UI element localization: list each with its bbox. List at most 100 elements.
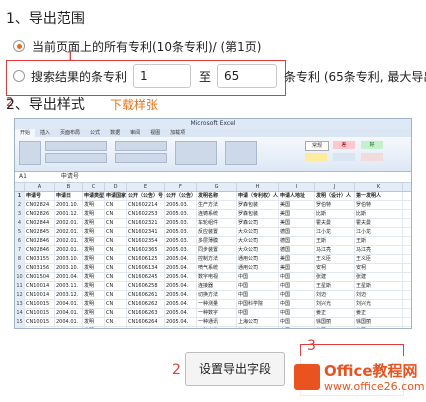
formula-content: 申请号 (60, 173, 79, 180)
table-cell: 2002.01. (55, 219, 83, 227)
table-cell: CN (105, 291, 127, 299)
table-row: 2 CN02824 2001.10. 发明 CN CN1602214 2005.03. 生产方… (15, 201, 411, 210)
table-cell: CN1606265 (127, 327, 165, 328)
radio-search-results[interactable] (13, 70, 25, 82)
range-from-input[interactable]: 1 (133, 64, 191, 88)
excel-ribbon: 常规 差 好 (15, 137, 411, 172)
table-cell: 2005.04. (165, 291, 197, 299)
table-cell: 美国 (279, 264, 315, 272)
table-cell: 刘迈 (315, 291, 355, 299)
style-good: 好 (361, 141, 383, 149)
excel-row-number: 2 (15, 201, 25, 209)
table-cell: 一种通讯 (197, 318, 237, 326)
office-logo-icon (294, 364, 320, 390)
section-export-range-title: 1、导出范围 (6, 11, 85, 27)
range-to-input[interactable]: 65 (217, 64, 277, 88)
table-cell: 一种数字 (197, 309, 237, 317)
table-row: 11 CN10014 2003.11. 发明 CN CN1606258 2005.04. 连接… (15, 282, 411, 291)
table-cell: CN01504 (25, 273, 55, 281)
table-cell: 发明 (83, 237, 105, 245)
table-cell: CN02844 (25, 219, 55, 227)
table-cell: 2005.04. (165, 282, 197, 290)
table-cell: 连接器 (197, 282, 237, 290)
name-box: A1 (19, 173, 27, 180)
table-row: 7 CN02846 2002.01. 发明 CN CN1602365 2005.03. 同步装… (15, 246, 411, 255)
excel-corner (15, 183, 25, 191)
excel-row-number: 8 (15, 255, 25, 263)
table-cell: CN1606134 (127, 264, 165, 272)
radio-current-page[interactable] (13, 40, 25, 52)
table-cell: 刘兴光 (315, 300, 355, 308)
table-cell: CN02846 (25, 237, 55, 245)
table-cell: 2002.01. (55, 246, 83, 254)
table-cell: 喷气系统 (197, 264, 237, 272)
table-cell: 张建 (315, 273, 355, 281)
table-cell: 2004.01. (55, 309, 83, 317)
table-cell: 中国 (279, 273, 315, 281)
excel-column-header: I (279, 183, 315, 191)
table-cell: 2005.04. (165, 309, 197, 317)
table-row: 9 CN03156 2003.10. 发明 CN CN1606134 2005.04. 喷气系… (15, 264, 411, 273)
style-accent (333, 153, 355, 161)
table-cell: CN (105, 237, 127, 245)
table-row: 5 CN02845 2002.01. 发明 CN CN1602341 2005.03. 反应装… (15, 228, 411, 237)
table-cell: CN (105, 201, 127, 209)
table-cell: 北京公司 (237, 327, 279, 328)
table-cell: CN1606125 (127, 255, 165, 263)
table-cell: CN (105, 246, 127, 254)
excel-column-header: A (25, 183, 55, 191)
table-cell: CN (105, 300, 127, 308)
table-cell: 王斯 (315, 237, 355, 245)
table-cell: 徐国丽 (315, 318, 355, 326)
table-cell: 2001.12. (55, 210, 83, 218)
excel-row-number: 1 (15, 192, 25, 200)
table-cell: CN (105, 309, 127, 317)
table-row: 12 CN10014 2003.12. 发明 CN CN1606261 2005.04. 切换… (15, 291, 411, 300)
table-cell: 发明 (83, 210, 105, 218)
table-cell: 王义臣 (315, 255, 355, 263)
table-cell: 发明名称 (197, 192, 237, 200)
table-cell: 安柯 (355, 264, 403, 272)
table-cell: 中国 (279, 282, 315, 290)
table-row: 16CN100162004.02.发明CNCN16062652005.04.一种… (15, 327, 411, 328)
table-cell: 比斯 (355, 210, 403, 218)
table-cell: 2002.01. (55, 228, 83, 236)
watermark-url: www.office26.com (324, 380, 425, 393)
table-cell: 2005.04. (165, 255, 197, 263)
table-cell: CN1606264 (127, 318, 165, 326)
table-cell: 王星斯 (315, 282, 355, 290)
table-cell: 发明 (83, 273, 105, 281)
font-selector (45, 141, 107, 151)
export-style-title-text: 2、导出样式 (6, 97, 85, 113)
style-bad: 差 (333, 141, 355, 149)
table-cell: CN1606245 (127, 273, 165, 281)
excel-row-number: 11 (15, 282, 25, 290)
table-cell: 大众公司 (237, 228, 279, 236)
excel-sample-preview: Microsoft Excel 开始 插入 页面布局 公式 数据 审阅 视图 加… (14, 118, 412, 329)
set-export-fields-button[interactable]: 设置导出字段 (185, 352, 285, 386)
table-cell: 2001.10. (55, 201, 83, 209)
excel-column-header: C (83, 183, 105, 191)
table-cell: 公开（公告）日 (166, 192, 197, 200)
excel-tab: 开始 (15, 129, 36, 137)
table-cell: 德国 (279, 246, 315, 254)
excel-column-header: G (197, 183, 237, 191)
table-cell: CN10015 (25, 318, 55, 326)
excel-row-number: 9 (15, 264, 25, 272)
excel-column-header: F (165, 183, 197, 191)
table-cell: 一种光学 (197, 327, 237, 328)
table-cell: CN1602253 (127, 210, 165, 218)
table-cell: CN1606258 (127, 282, 165, 290)
excel-row-number: 7 (15, 246, 25, 254)
table-cell: 王斯 (355, 237, 403, 245)
font-format-bar (45, 153, 107, 163)
excel-column-headers: ABCDEFGHIJK (15, 183, 411, 192)
option-search-results-label: 搜索结果的条专利 (31, 70, 128, 84)
table-cell: 罗森公司 (237, 219, 279, 227)
table-cell: CN (105, 228, 127, 236)
table-cell: CN1602365 (127, 246, 165, 254)
sample-download-link[interactable]: 下载样张 (110, 96, 158, 113)
table-cell: 中国 (237, 309, 279, 317)
excel-column-header: K (355, 183, 403, 191)
table-cell: 江小龙 (355, 228, 403, 236)
